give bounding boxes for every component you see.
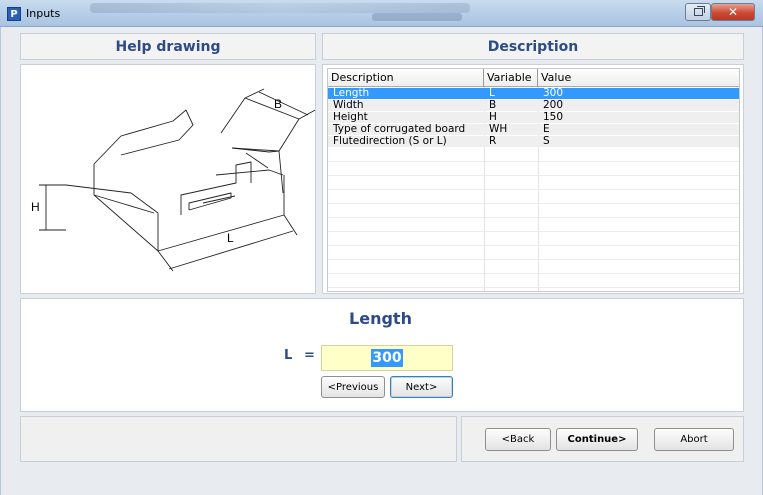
empty-row-line [328,175,739,176]
cell-variable: WH [489,123,508,135]
cell-description: Width [333,99,364,111]
empty-row-line [328,259,739,260]
app-icon: P [7,7,21,21]
cell-description: Height [333,111,368,123]
background-window-blur-2 [372,13,462,21]
empty-row-line [328,273,739,274]
empty-row-line [328,231,739,232]
table-row[interactable]: Width B 200 [328,100,739,111]
cell-description: Type of corrugated board [333,123,466,135]
cell-value: 200 [543,99,564,111]
cell-variable: H [489,111,497,123]
empty-row-line [328,217,739,218]
table-row[interactable]: Height H 150 [328,112,739,123]
equals-sign: = [304,348,315,363]
next-button[interactable]: Next> [390,376,453,398]
previous-button[interactable]: <Previous [321,376,385,398]
variable-label: L [284,348,293,363]
cell-description: Length [333,87,370,99]
empty-row-line [328,161,739,162]
empty-row-line [328,245,739,246]
cell-variable: B [489,99,497,111]
cell-description: Flutedirection (S or L) [333,135,447,147]
back-button[interactable]: <Back [485,428,551,451]
cell-value: 300 [543,87,564,99]
help-drawing-header: Help drawing [20,33,316,60]
cell-value: E [543,123,550,135]
value-input-text: 300 [371,349,403,367]
description-header: Description [322,33,744,60]
cell-value: 150 [543,111,564,123]
window-title: Inputs [26,7,61,20]
abort-button[interactable]: Abort [654,428,734,451]
table-row[interactable]: Type of corrugated board WH E [328,124,739,135]
empty-row-line [328,203,739,204]
column-header-value[interactable]: Value [538,69,739,87]
empty-row-line [328,287,739,288]
close-button[interactable]: ✕ [711,3,755,21]
box-drawing: B H L [31,88,315,272]
cell-variable: R [489,135,497,147]
empty-row-line [328,189,739,190]
dimension-label-h: H [31,200,40,214]
table-header: Description Variable Value [328,69,739,87]
value-input[interactable]: 300 [321,345,453,371]
dimension-label-b: B [274,97,282,111]
input-title: Length [349,309,412,328]
dimension-label-l: L [227,231,234,245]
footer-left-panel [20,416,457,462]
background-window-blur [90,3,470,13]
cell-variable: L [489,87,495,99]
table-row[interactable]: Length L 300 [328,88,739,99]
help-drawing-panel: B H L [20,64,316,294]
continue-button[interactable]: Continue> [556,428,638,451]
column-header-variable[interactable]: Variable [484,69,538,87]
restore-icon [694,6,705,16]
column-header-description[interactable]: Description [328,69,484,87]
cell-value: S [543,135,550,147]
title-bar: P Inputs ✕ [0,0,763,27]
table-row[interactable]: Flutedirection (S or L) R S [328,136,739,147]
close-icon: ✕ [727,5,739,19]
restore-button[interactable] [685,3,711,21]
parameters-table: Description Variable Value Length L 300 … [327,68,740,292]
